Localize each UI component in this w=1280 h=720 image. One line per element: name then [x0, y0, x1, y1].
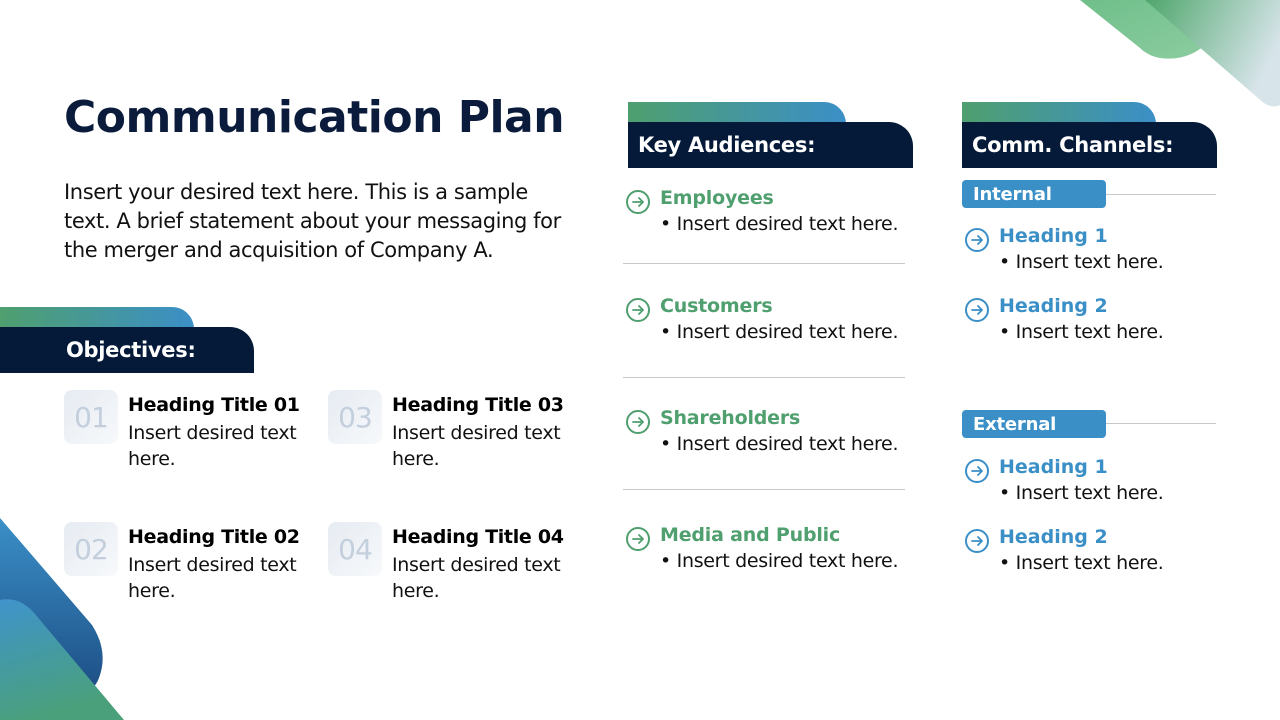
channel-heading: Heading 2: [999, 295, 1108, 317]
channel-text: • Insert text here.: [999, 552, 1164, 574]
divider: [1106, 194, 1216, 195]
audience-text: • Insert desired text here.: [660, 433, 899, 455]
objectives-header: Objectives:: [0, 307, 260, 373]
audience-text: • Insert desired text here.: [660, 213, 899, 235]
objective-title: Heading Title 02: [128, 526, 300, 548]
audience-text: • Insert desired text here.: [660, 321, 899, 343]
objective-text: Insert desired text here.: [128, 422, 297, 470]
channel-heading: Heading 1: [999, 456, 1108, 478]
arrow-circle-right-icon: [626, 298, 650, 322]
objective-number: 01: [64, 390, 118, 444]
objective-title: Heading Title 03: [392, 394, 564, 416]
objective-number: 04: [328, 522, 382, 576]
arrow-circle-right-icon: [626, 527, 650, 551]
arrow-circle-right-icon: [965, 228, 989, 252]
objective-item: 02 Heading Title 02 Insert desired text …: [64, 522, 314, 612]
arrow-circle-right-icon: [965, 459, 989, 483]
objective-text: Insert desired text here.: [128, 554, 297, 602]
objective-item: 04 Heading Title 04 Insert desired text …: [328, 522, 578, 612]
objective-text: Insert desired text here.: [392, 554, 561, 602]
external-tag: External: [962, 410, 1106, 438]
channel-heading: Heading 1: [999, 225, 1108, 247]
channel-text: • Insert text here.: [999, 482, 1164, 504]
arrow-circle-right-icon: [626, 190, 650, 214]
divider: [623, 489, 905, 490]
channel-heading: Heading 2: [999, 526, 1108, 548]
objective-title: Heading Title 01: [128, 394, 300, 416]
intro-text: Insert your desired text here. This is a…: [64, 180, 561, 262]
arrow-circle-right-icon: [965, 298, 989, 322]
divider: [1106, 423, 1216, 424]
internal-tag: Internal: [962, 180, 1106, 208]
objectives-header-label: Objectives:: [0, 327, 254, 373]
audience-text: • Insert desired text here.: [660, 550, 899, 572]
divider: [623, 377, 905, 378]
objective-text: Insert desired text here.: [392, 422, 561, 470]
key-audiences-header-label: Key Audiences:: [628, 122, 913, 168]
comm-channels-header-label: Comm. Channels:: [962, 122, 1217, 168]
objective-number: 03: [328, 390, 382, 444]
divider: [623, 263, 905, 264]
objective-number: 02: [64, 522, 118, 576]
comm-channels-header: Comm. Channels:: [962, 102, 1222, 168]
audience-name: Employees: [660, 187, 774, 209]
audience-name: Shareholders: [660, 407, 801, 429]
channel-text: • Insert text here.: [999, 251, 1164, 273]
arrow-circle-right-icon: [965, 529, 989, 553]
key-audiences-header: Key Audiences:: [628, 102, 918, 168]
page-title: Communication Plan: [64, 92, 565, 143]
objective-title: Heading Title 04: [392, 526, 564, 548]
objective-item: 03 Heading Title 03 Insert desired text …: [328, 390, 578, 480]
audience-name: Customers: [660, 295, 773, 317]
arrow-circle-right-icon: [626, 410, 650, 434]
objective-item: 01 Heading Title 01 Insert desired text …: [64, 390, 314, 480]
audience-name: Media and Public: [660, 524, 841, 546]
channel-text: • Insert text here.: [999, 321, 1164, 343]
